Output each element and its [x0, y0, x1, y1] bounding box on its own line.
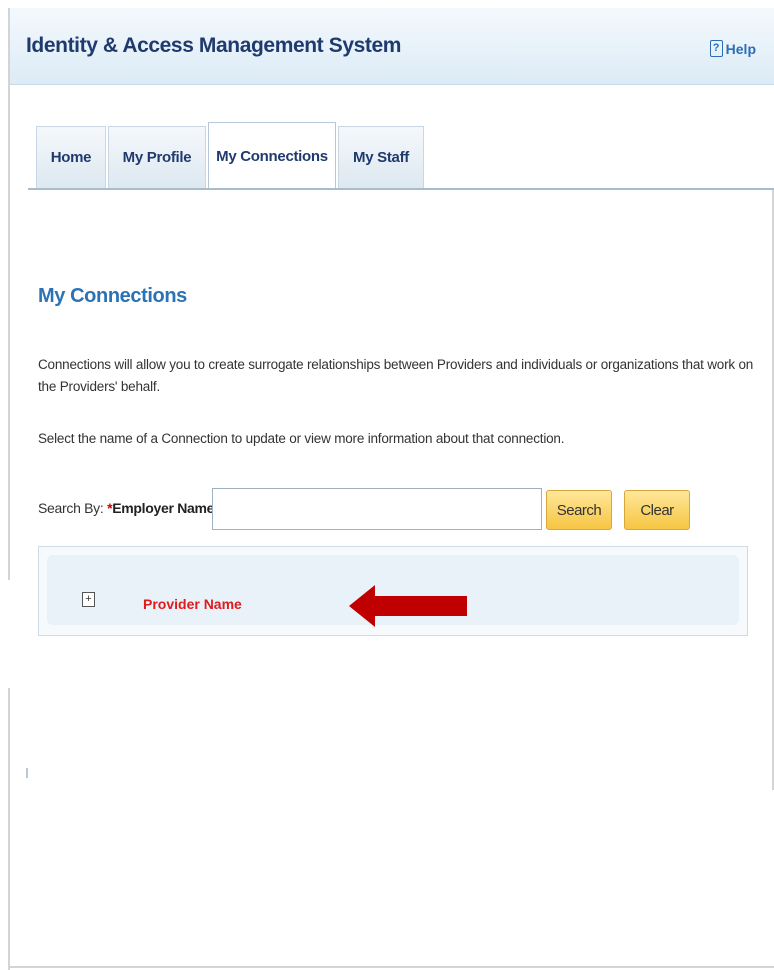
- tab-my-connections[interactable]: My Connections: [208, 122, 336, 190]
- page-frame-left: [8, 8, 10, 580]
- help-label: Help: [725, 40, 756, 57]
- plus-icon[interactable]: +: [82, 592, 95, 607]
- app-title: Identity & Access Management System: [26, 34, 402, 57]
- app-header: Identity & Access Management System ? He…: [10, 8, 774, 85]
- page-frame-left-lower: [8, 688, 10, 970]
- decorative-mark: [26, 768, 28, 778]
- tab-my-staff[interactable]: My Staff: [338, 126, 424, 188]
- help-link[interactable]: ? Help: [709, 40, 756, 57]
- tab-divider: [28, 188, 774, 190]
- page-frame-bottom: [8, 966, 774, 968]
- employer-name-input[interactable]: [212, 488, 542, 530]
- clear-button[interactable]: Clear: [624, 490, 690, 530]
- question-icon: ?: [709, 40, 723, 57]
- page-description: Connections will allow you to create sur…: [38, 357, 754, 394]
- page-title: My Connections: [38, 285, 187, 307]
- search-by-label: Search By: *Employer Name: [38, 500, 214, 516]
- page-instruction: Select the name of a Connection to updat…: [38, 431, 565, 446]
- provider-name-link[interactable]: Provider Name: [143, 596, 242, 612]
- search-by-text: Search By:: [38, 500, 104, 516]
- tab-my-profile[interactable]: My Profile: [108, 126, 206, 188]
- arrow-left-icon: [349, 585, 467, 627]
- connection-row: + Provider Name: [47, 555, 739, 627]
- search-button[interactable]: Search: [546, 490, 612, 530]
- employer-name-label: Employer Name: [112, 500, 215, 516]
- tab-home[interactable]: Home: [36, 126, 106, 188]
- connections-results-panel: + Provider Name: [38, 546, 748, 636]
